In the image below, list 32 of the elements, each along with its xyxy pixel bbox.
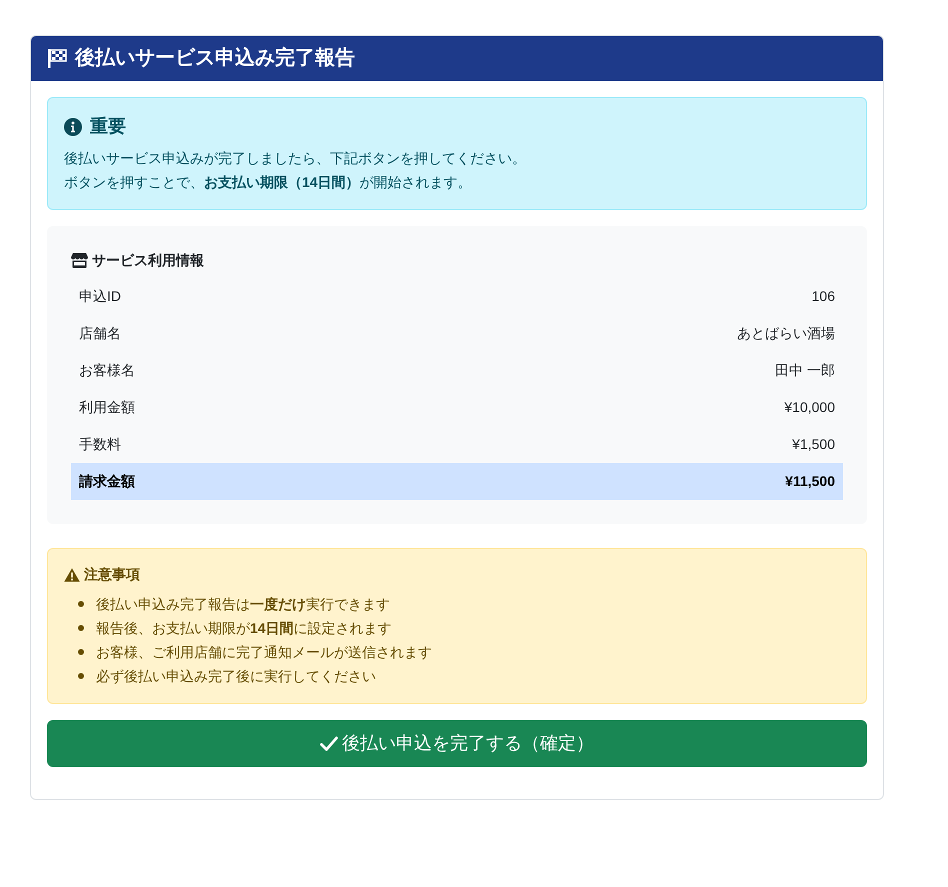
field-value: ¥1,500 bbox=[370, 426, 843, 463]
field-value: 田中 一郎 bbox=[774, 361, 836, 380]
bullet-icon bbox=[78, 601, 84, 607]
notice-text: ボタンを押すことで、お支払い期限（14日間）が開始されます。 bbox=[64, 173, 473, 192]
info-icon bbox=[64, 118, 82, 136]
notice-text: 後払いサービス申込みが完了しましたら、下記ボタンを押してください。 bbox=[64, 149, 527, 168]
field-label: 利用金額 bbox=[78, 398, 136, 417]
field-value: 106 bbox=[810, 287, 836, 306]
shop-icon bbox=[71, 253, 88, 268]
field-label: お客様名 bbox=[78, 361, 136, 380]
confirm-button[interactable]: 後払い申込を完了する（確定） bbox=[47, 720, 867, 767]
caution-item: 報告後、お支払い期限が14日間に設定されます bbox=[96, 619, 392, 638]
field-label: 申込ID bbox=[78, 287, 122, 306]
field-value: ¥10,000 bbox=[783, 398, 836, 417]
bullet-icon bbox=[78, 625, 84, 631]
caution-item: お客様、ご利用店舗に完了通知メールが送信されます bbox=[96, 643, 432, 662]
card-title: 後払いサービス申込み完了報告 bbox=[75, 46, 355, 71]
checkered-flag-icon bbox=[47, 48, 67, 68]
warning-icon bbox=[64, 568, 80, 582]
field-label: 店舗名 bbox=[78, 324, 122, 343]
field-label: 手数料 bbox=[71, 426, 370, 463]
notice-heading: 重要 bbox=[90, 115, 126, 138]
field-value: あとばらい酒場 bbox=[736, 324, 836, 343]
bullet-icon bbox=[78, 649, 84, 655]
caution-heading: 注意事項 bbox=[84, 565, 140, 584]
field-label: 請求金額 bbox=[71, 463, 370, 500]
field-value: ¥11,500 bbox=[370, 463, 843, 500]
bullet-icon bbox=[78, 673, 84, 679]
caution-item: 必ず後払い申込み完了後に実行してください bbox=[96, 667, 376, 686]
service-info-heading: サービス利用情報 bbox=[92, 251, 204, 270]
checkmark-icon bbox=[320, 736, 338, 752]
caution-item: 後払い申込み完了報告は一度だけ実行できます bbox=[96, 595, 390, 614]
